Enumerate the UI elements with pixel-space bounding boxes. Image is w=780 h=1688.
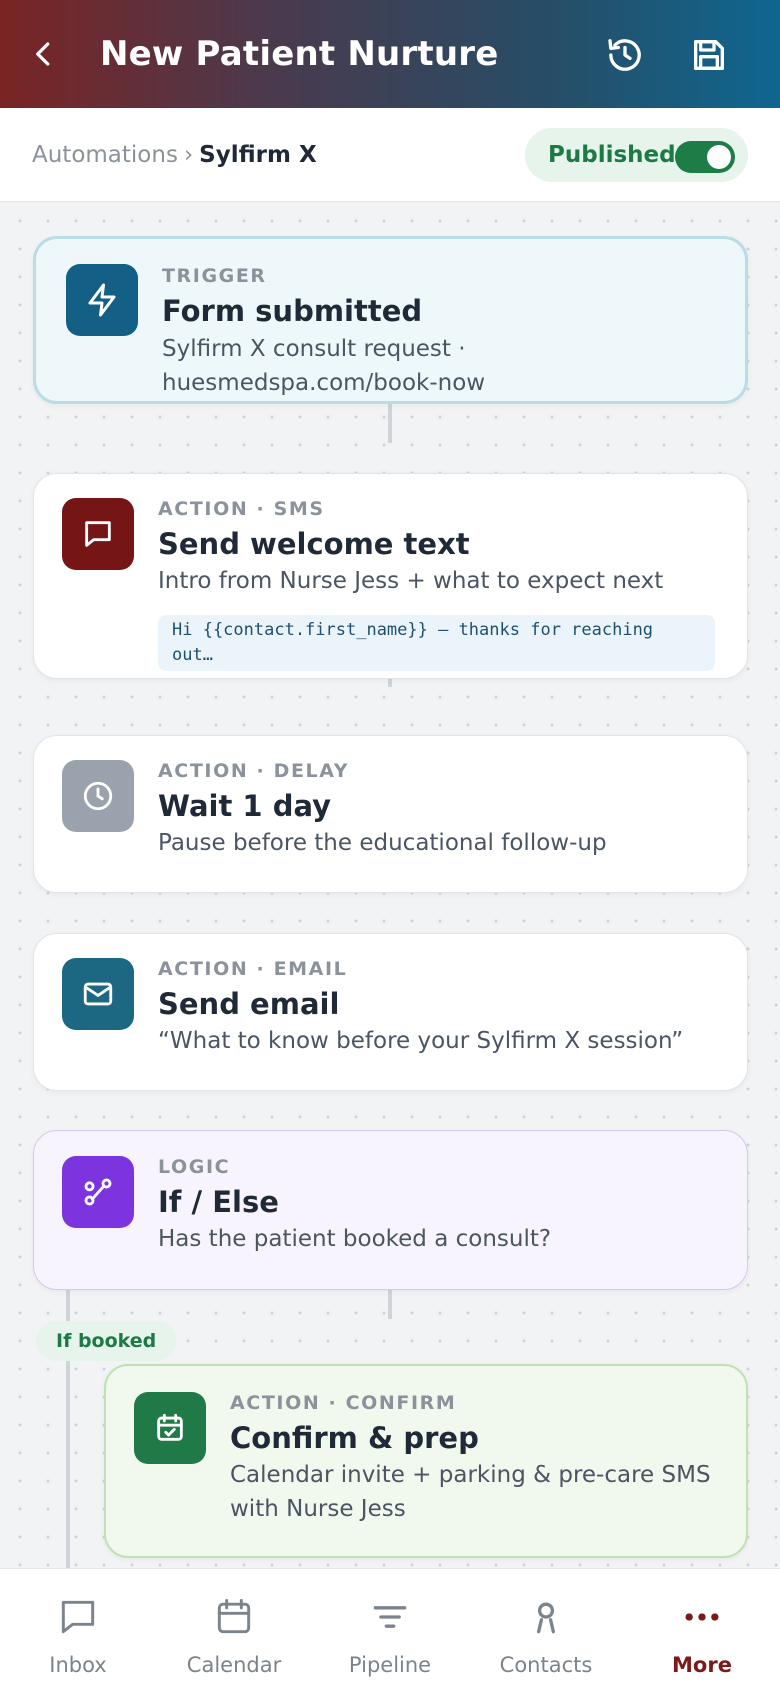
- back-chevron-icon: [36, 42, 50, 66]
- bottom-nav: Inbox Calendar Pipeline Contacts More: [0, 1568, 780, 1688]
- history-icon: [608, 39, 641, 71]
- step-description: “What to know before your Sylfirm X sess…: [158, 1028, 684, 1054]
- chat-icon: [85, 521, 111, 547]
- step-icon-tile: [134, 1392, 206, 1464]
- step-type: TRIGGER: [162, 265, 267, 287]
- clock-icon: [83, 781, 113, 811]
- app-bar: New Patient Nurture: [0, 0, 780, 108]
- step-type: ACTION · EMAIL: [158, 958, 348, 980]
- nav-label: Pipeline: [348, 1653, 432, 1677]
- step-card-logic[interactable]: LOGIC If / Else Has the patient booked a…: [33, 1130, 748, 1290]
- step-icon-tile: [62, 760, 134, 832]
- step-card-email[interactable]: ACTION · EMAIL Send email “What to know …: [33, 933, 748, 1091]
- step-title: If / Else: [158, 1185, 279, 1219]
- nav-label: Inbox: [49, 1653, 107, 1677]
- step-card-confirm[interactable]: ACTION · CONFIRM Confirm & prep Calendar…: [104, 1364, 748, 1558]
- back-button[interactable]: [22, 30, 66, 78]
- page-title: New Patient Nurture: [100, 34, 499, 74]
- save-icon: [694, 40, 724, 71]
- nav-calendar[interactable]: Calendar: [156, 1569, 312, 1688]
- step-title: Send welcome text: [158, 527, 470, 561]
- step-title: Form submitted: [162, 294, 423, 328]
- step-description-line: Sylfirm X consult request ·: [162, 336, 466, 362]
- more-icon: [685, 1613, 719, 1621]
- sub-header: Automations › Sylfirm X Published: [0, 108, 780, 202]
- publish-status[interactable]: Published: [525, 128, 748, 182]
- nav-pipeline[interactable]: Pipeline: [312, 1569, 468, 1688]
- step-card-trigger[interactable]: TRIGGER Form submitted Sylfirm X consult…: [33, 236, 748, 404]
- workflow-canvas[interactable]: TRIGGER Form submitted Sylfirm X consult…: [0, 203, 780, 1568]
- branch-label: If booked: [36, 1321, 177, 1361]
- step-icon-tile: [62, 498, 134, 570]
- step-description: Intro from Nurse Jess + what to expect n…: [158, 568, 664, 594]
- mail-icon: [83, 982, 113, 1006]
- lightning-icon: [88, 283, 116, 317]
- step-description: Sylfirm X consult request · huesmedspa.c…: [162, 332, 485, 400]
- connector: [388, 403, 392, 443]
- connector: [388, 1289, 392, 1319]
- contacts-icon: [537, 1602, 555, 1634]
- publish-status-label: Published: [548, 142, 676, 168]
- save-button[interactable]: [684, 30, 734, 80]
- sms-preview: Hi {{contact.first_name}} — thanks for r…: [158, 615, 715, 671]
- pipeline-icon: [373, 1606, 407, 1628]
- branch-icon: [84, 1178, 112, 1206]
- step-description-line: huesmedspa.com/book-now: [162, 370, 486, 396]
- nav-more[interactable]: More: [624, 1569, 780, 1688]
- step-description: Pause before the educational follow-up: [158, 830, 607, 856]
- step-icon-tile: [66, 264, 138, 336]
- toggle-knob: [707, 145, 731, 169]
- calendar-icon: [217, 1599, 251, 1634]
- step-icon-tile: [62, 1156, 134, 1228]
- nav-label: More: [672, 1653, 732, 1677]
- step-type: ACTION · DELAY: [158, 760, 350, 782]
- step-description-line: with Nurse Jess: [230, 1496, 406, 1522]
- breadcrumb: Automations › Sylfirm X: [32, 108, 317, 202]
- history-button[interactable]: [600, 30, 650, 80]
- calendar-check-icon: [157, 1413, 183, 1441]
- nav-contacts[interactable]: Contacts: [468, 1569, 624, 1688]
- breadcrumb-separator: ›: [183, 142, 194, 168]
- publish-toggle[interactable]: [675, 141, 735, 173]
- step-title: Wait 1 day: [158, 789, 332, 823]
- step-icon-tile: [62, 958, 134, 1030]
- step-description: Has the patient booked a consult?: [158, 1226, 552, 1252]
- step-title: Confirm & prep: [230, 1421, 479, 1455]
- step-type: ACTION · SMS: [158, 498, 325, 520]
- step-type: ACTION · CONFIRM: [230, 1392, 457, 1414]
- step-card-sms[interactable]: ACTION · SMS Send welcome text Intro fro…: [33, 473, 748, 679]
- breadcrumb-current: Sylfirm X: [199, 142, 317, 168]
- step-description: Calendar invite + parking & pre-care SMS…: [230, 1458, 711, 1526]
- nav-label: Calendar: [186, 1653, 282, 1677]
- step-card-delay[interactable]: ACTION · DELAY Wait 1 day Pause before t…: [33, 735, 748, 893]
- step-description-line: Calendar invite + parking & pre-care SMS: [230, 1462, 711, 1488]
- nav-inbox[interactable]: Inbox: [0, 1569, 156, 1688]
- breadcrumb-parent[interactable]: Automations: [32, 142, 178, 168]
- step-type: LOGIC: [158, 1156, 231, 1178]
- nav-label: Contacts: [499, 1653, 593, 1677]
- inbox-icon: [61, 1600, 95, 1634]
- step-title: Send email: [158, 987, 340, 1021]
